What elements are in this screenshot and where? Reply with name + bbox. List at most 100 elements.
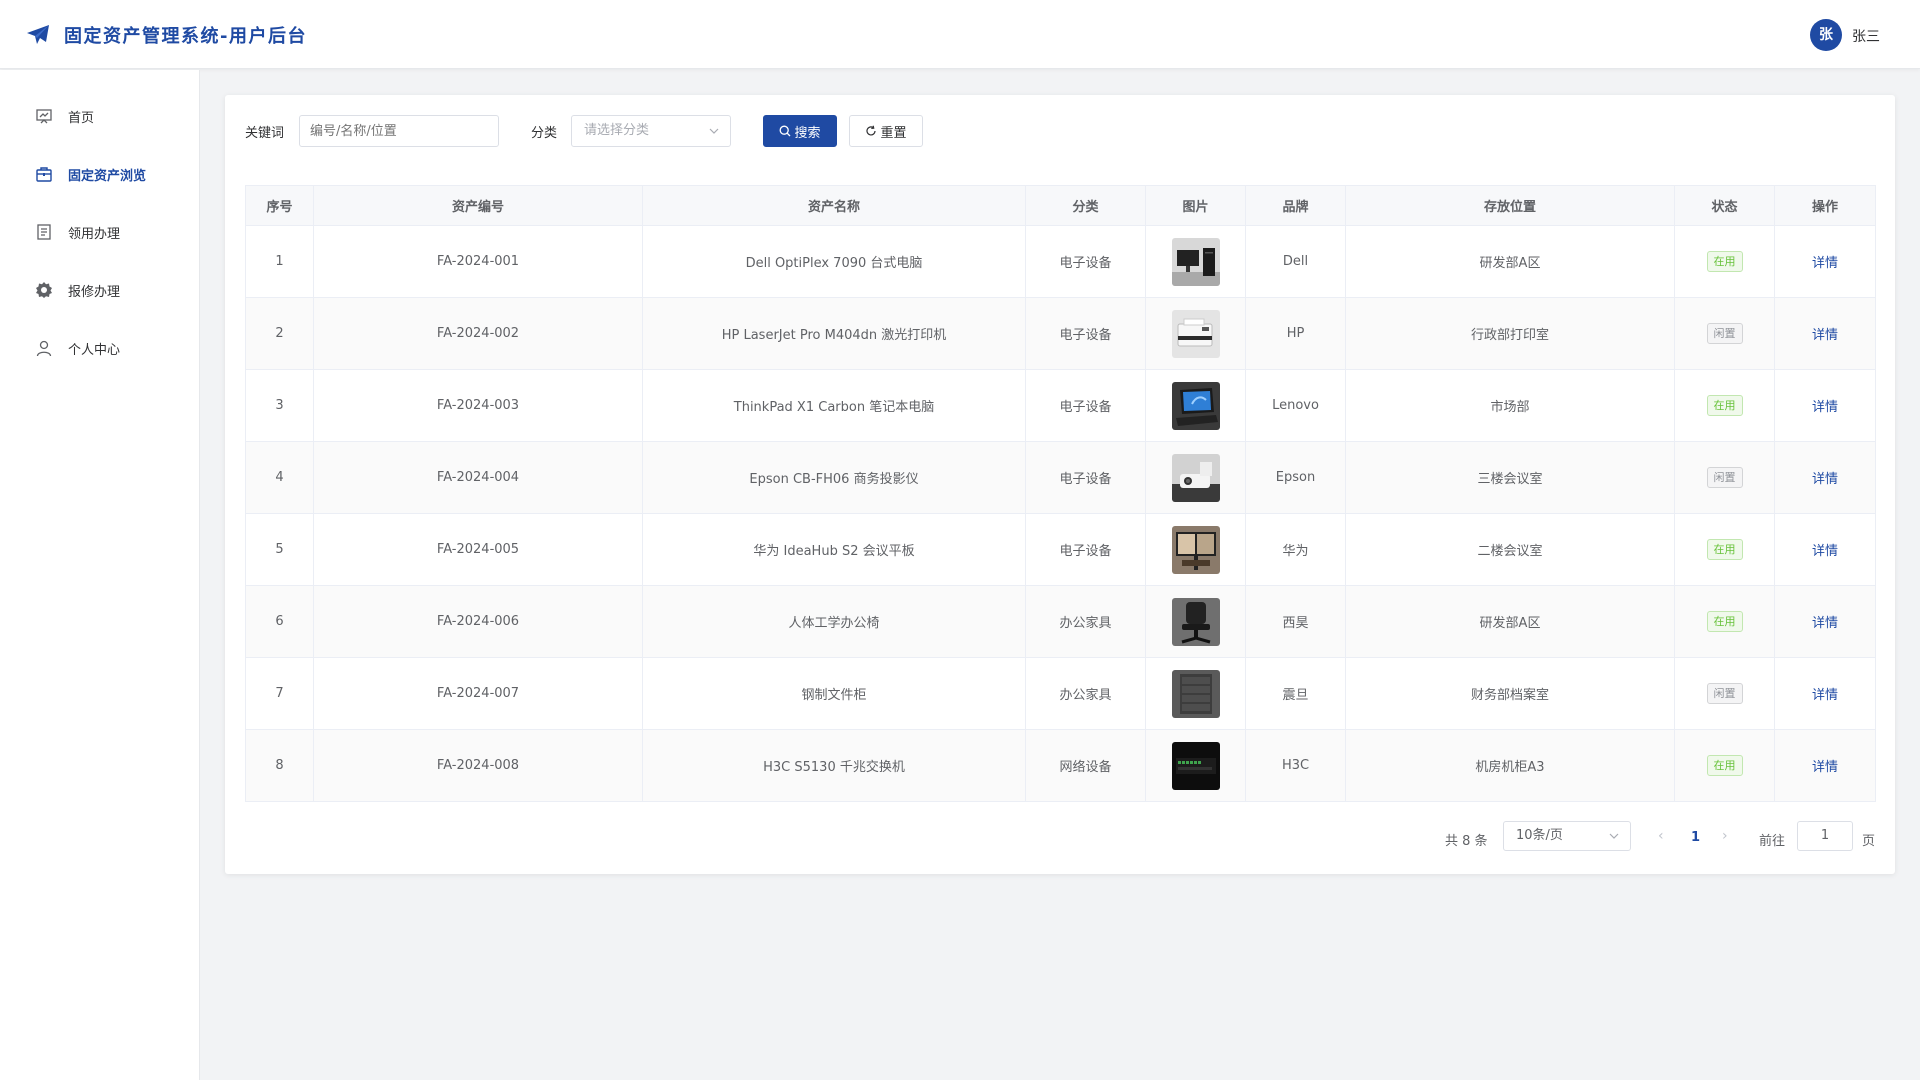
cell-index: 6 — [245, 585, 314, 658]
cell-action: 详情 — [1774, 369, 1876, 442]
cell-code: FA-2024-004 — [313, 441, 643, 514]
cell-brand: 震旦 — [1245, 657, 1346, 730]
table-row: 7 FA-2024-007 钢制文件柜 办公家具 震旦 财务部档案室 闲置 详情 — [245, 657, 1876, 730]
cell-code: FA-2024-006 — [313, 585, 643, 658]
cell-index: 1 — [245, 225, 314, 298]
file-cabinet-thumbnail[interactable] — [1171, 669, 1220, 718]
keyword-label: 关键词 — [245, 126, 285, 141]
cell-code: FA-2024-008 — [313, 729, 643, 802]
sidebar-item-asset-browse[interactable]: 固定资产浏览 — [0, 154, 199, 194]
page-number-current[interactable]: 1 — [1691, 830, 1700, 845]
cell-name: HP LaserJet Pro M404dn 激光打印机 — [642, 297, 1026, 370]
cell-category: 电子设备 — [1025, 297, 1146, 370]
col-header-index: 序号 — [245, 185, 314, 226]
sidebar-item-home[interactable]: 首页 — [0, 96, 199, 136]
detail-link[interactable]: 详情 — [1812, 616, 1838, 631]
col-header-name: 资产名称 — [642, 185, 1026, 226]
cell-name: Dell OptiPlex 7090 台式电脑 — [642, 225, 1026, 298]
chevron-down-icon — [1609, 833, 1619, 839]
category-select[interactable]: 请选择分类 — [571, 115, 731, 147]
refresh-icon — [866, 125, 877, 136]
sidebar-item-label: 个人中心 — [68, 343, 121, 358]
laptop-thumbnail[interactable] — [1171, 381, 1220, 430]
laser-printer-thumbnail[interactable] — [1171, 309, 1220, 358]
reset-button[interactable]: 重置 — [849, 115, 923, 147]
detail-link[interactable]: 详情 — [1812, 328, 1838, 343]
keyword-input[interactable] — [299, 115, 499, 147]
cell-status: 闲置 — [1674, 657, 1775, 730]
table-row: 6 FA-2024-006 人体工学办公椅 办公家具 西昊 研发部A区 在用 详… — [245, 585, 1876, 658]
cell-name: H3C S5130 千兆交换机 — [642, 729, 1026, 802]
goto-page-input[interactable]: 1 — [1797, 821, 1853, 851]
status-badge: 闲置 — [1706, 323, 1743, 344]
cell-action: 详情 — [1774, 729, 1876, 802]
cell-category: 电子设备 — [1025, 441, 1146, 514]
table-header-row: 序号 资产编号 资产名称 分类 图片 品牌 存放位置 状态 操作 — [245, 185, 1876, 226]
table-row: 4 FA-2024-004 Epson CB-FH06 商务投影仪 电子设备 E… — [245, 441, 1876, 514]
conference-panel-thumbnail[interactable] — [1171, 525, 1220, 574]
cell-image — [1145, 369, 1246, 442]
cell-index: 7 — [245, 657, 314, 730]
cell-category: 电子设备 — [1025, 225, 1146, 298]
search-button[interactable]: 搜索 — [763, 115, 837, 147]
detail-link[interactable]: 详情 — [1812, 688, 1838, 703]
col-header-brand: 品牌 — [1245, 185, 1346, 226]
cell-brand: 华为 — [1245, 513, 1346, 586]
col-header-action: 操作 — [1774, 185, 1876, 226]
col-header-code: 资产编号 — [313, 185, 643, 226]
cell-status: 闲置 — [1674, 297, 1775, 370]
sidebar-item-profile[interactable]: 个人中心 — [0, 328, 199, 368]
office-chair-thumbnail[interactable] — [1171, 597, 1220, 646]
prev-page-icon[interactable]: ‹ — [1658, 828, 1664, 844]
cell-image — [1145, 657, 1246, 730]
user-icon — [36, 340, 52, 357]
reset-button-label: 重置 — [880, 125, 907, 141]
asset-table: 序号 资产编号 资产名称 分类 图片 品牌 存放位置 状态 操作 1 FA-20… — [245, 185, 1876, 802]
cell-index: 5 — [245, 513, 314, 586]
sidebar-item-label: 首页 — [68, 111, 95, 126]
table-row: 5 FA-2024-005 华为 IdeaHub S2 会议平板 电子设备 华为… — [245, 513, 1876, 586]
pagination-total: 共 8 条 — [1445, 834, 1488, 849]
status-badge: 在用 — [1706, 395, 1743, 416]
page-unit-label: 页 — [1862, 834, 1876, 849]
projector-thumbnail[interactable] — [1171, 453, 1220, 502]
cell-image — [1145, 225, 1246, 298]
detail-link[interactable]: 详情 — [1812, 760, 1838, 775]
cell-status: 在用 — [1674, 585, 1775, 658]
next-page-icon[interactable]: › — [1722, 828, 1728, 844]
detail-link[interactable]: 详情 — [1812, 256, 1838, 271]
cell-index: 4 — [245, 441, 314, 514]
page-size-select[interactable]: 10条/页 — [1503, 821, 1631, 851]
cell-name: 人体工学办公椅 — [642, 585, 1026, 658]
detail-link[interactable]: 详情 — [1812, 544, 1838, 559]
cell-location: 三楼会议室 — [1345, 441, 1675, 514]
cell-category: 网络设备 — [1025, 729, 1146, 802]
category-label: 分类 — [531, 126, 558, 141]
status-badge: 在用 — [1706, 251, 1743, 272]
status-badge: 在用 — [1706, 611, 1743, 632]
network-switch-thumbnail[interactable] — [1171, 741, 1220, 790]
cell-code: FA-2024-005 — [313, 513, 643, 586]
desktop-pc-thumbnail[interactable] — [1171, 237, 1220, 286]
sidebar-item-requisition[interactable]: 领用办理 — [0, 212, 199, 252]
status-badge: 在用 — [1706, 539, 1743, 560]
cell-name: 钢制文件柜 — [642, 657, 1026, 730]
cell-status: 闲置 — [1674, 441, 1775, 514]
cell-index: 3 — [245, 369, 314, 442]
cell-location: 二楼会议室 — [1345, 513, 1675, 586]
cell-image — [1145, 585, 1246, 658]
sidebar-item-label: 报修办理 — [68, 285, 121, 300]
avatar[interactable]: 张 — [1810, 19, 1842, 51]
col-header-category: 分类 — [1025, 185, 1146, 226]
cell-brand: Epson — [1245, 441, 1346, 514]
detail-link[interactable]: 详情 — [1812, 472, 1838, 487]
cell-index: 8 — [245, 729, 314, 802]
cell-name: Epson CB-FH06 商务投影仪 — [642, 441, 1026, 514]
sidebar-item-repair[interactable]: 报修办理 — [0, 270, 199, 310]
username[interactable]: 张三 — [1852, 26, 1880, 46]
detail-link[interactable]: 详情 — [1812, 400, 1838, 415]
cell-status: 在用 — [1674, 729, 1775, 802]
cell-action: 详情 — [1774, 585, 1876, 658]
cell-image — [1145, 297, 1246, 370]
cell-location: 研发部A区 — [1345, 225, 1675, 298]
